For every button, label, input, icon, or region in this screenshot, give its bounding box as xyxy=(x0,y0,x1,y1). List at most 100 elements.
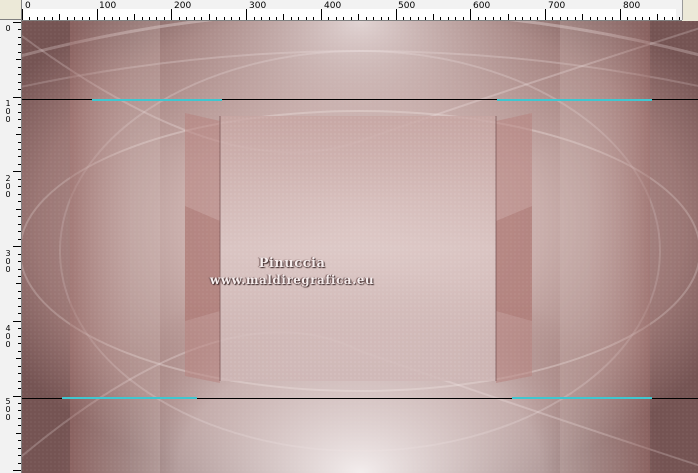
vruler-tick xyxy=(18,381,21,382)
vruler-tick xyxy=(18,37,21,38)
vruler-tick xyxy=(13,22,21,23)
ruler-tick xyxy=(433,14,434,20)
vruler-label-200: 200 xyxy=(5,174,11,199)
vruler-tick xyxy=(18,313,21,314)
vruler-tick xyxy=(18,216,21,217)
vruler-tick xyxy=(18,298,21,299)
ruler-tick xyxy=(44,17,45,20)
vruler-tick xyxy=(16,358,21,359)
ruler-tick xyxy=(635,17,636,20)
watermark-author: Pinuccia xyxy=(258,256,326,271)
ruler-tick xyxy=(575,17,576,20)
ruler-tick xyxy=(605,17,606,20)
vruler-tick xyxy=(18,254,21,255)
ruler-tick xyxy=(67,17,68,20)
ruler-tick xyxy=(455,17,456,20)
vruler-tick xyxy=(18,403,21,404)
ruler-tick xyxy=(478,17,479,20)
vruler-tick xyxy=(16,283,21,284)
ruler-tick xyxy=(29,17,30,20)
vruler-tick xyxy=(18,306,21,307)
ruler-tick xyxy=(470,9,471,20)
vruler-tick xyxy=(18,261,21,262)
vruler-tick xyxy=(18,269,21,270)
vruler-tick xyxy=(18,194,21,195)
ruler-tick xyxy=(89,17,90,20)
vruler-tick xyxy=(18,448,21,449)
ruler-tick xyxy=(642,17,643,20)
ruler-corner xyxy=(0,0,22,20)
ruler-tick xyxy=(672,17,673,20)
vruler-tick xyxy=(18,224,21,225)
ruler-tick xyxy=(276,17,277,20)
vruler-tick xyxy=(18,156,21,157)
vruler-tick xyxy=(16,209,21,210)
ruler-tick xyxy=(418,17,419,20)
ruler-tick xyxy=(440,17,441,20)
vruler-tick xyxy=(18,119,21,120)
ruler-tick xyxy=(537,17,538,20)
ruler-tick xyxy=(522,17,523,20)
ruler-tick xyxy=(545,9,546,20)
ruler-tick xyxy=(485,17,486,20)
vruler-tick xyxy=(18,74,21,75)
ruler-tick xyxy=(112,17,113,20)
vruler-label-300: 300 xyxy=(5,249,11,274)
ruler-tick xyxy=(201,17,202,20)
ruler-tick xyxy=(239,17,240,20)
ruler-tick xyxy=(530,17,531,20)
vruler-tick xyxy=(13,171,21,172)
vruler-tick xyxy=(18,149,21,150)
vruler-tick xyxy=(13,470,21,471)
ruler-tick xyxy=(156,17,157,20)
vruler-tick xyxy=(18,44,21,45)
ruler-tick xyxy=(612,17,613,20)
ruler-tick xyxy=(552,17,553,20)
vruler-tick xyxy=(18,239,21,240)
ruler-tick xyxy=(52,17,53,20)
ruler-tick xyxy=(500,17,501,20)
ruler-tick xyxy=(149,17,150,20)
ruler-tick xyxy=(127,17,128,20)
vruler-tick xyxy=(18,179,21,180)
vertical-ruler[interactable]: 0 100 200 300 400 500 xyxy=(0,20,22,473)
ruler-tick xyxy=(515,17,516,20)
vruler-tick xyxy=(18,440,21,441)
vruler-tick xyxy=(13,97,21,98)
vruler-tick xyxy=(18,276,21,277)
ruler-tick xyxy=(74,17,75,20)
ruler-tick xyxy=(321,9,322,20)
vruler-tick xyxy=(18,410,21,411)
vruler-label-0: 0 xyxy=(5,24,11,33)
horizontal-ruler[interactable]: 0 100 200 300 400 500 600 700 800 xyxy=(22,0,682,21)
ruler-tick xyxy=(373,17,374,20)
watermark: Pinuccia www.maldiregrafica.eu xyxy=(192,256,392,288)
ruler-tick xyxy=(403,17,404,20)
watermark-url: www.maldiregrafica.eu xyxy=(209,273,375,287)
ruler-tick xyxy=(448,17,449,20)
ruler-tick xyxy=(291,17,292,20)
ruler-tick xyxy=(657,14,658,20)
vruler-tick xyxy=(18,455,21,456)
image-canvas[interactable]: Pinuccia www.maldiregrafica.eu xyxy=(22,21,698,473)
ruler-label-400: 400 xyxy=(324,1,342,11)
vruler-tick xyxy=(18,89,21,90)
vruler-tick xyxy=(18,29,21,30)
ruler-tick xyxy=(142,17,143,20)
ruler-tick xyxy=(567,17,568,20)
vruler-tick xyxy=(18,336,21,337)
ruler-tick xyxy=(664,17,665,20)
scrollbar-corner[interactable] xyxy=(682,0,698,20)
ruler-tick xyxy=(224,17,225,20)
ruler-tick xyxy=(283,14,284,20)
ruler-label-100: 100 xyxy=(99,1,117,11)
ruler-label-600: 600 xyxy=(473,1,491,11)
vruler-tick xyxy=(16,59,21,60)
ruler-tick xyxy=(134,14,135,20)
ruler-tick xyxy=(351,17,352,20)
vruler-tick xyxy=(18,142,21,143)
vruler-tick xyxy=(18,463,21,464)
ruler-tick xyxy=(216,17,217,20)
ruler-tick xyxy=(22,9,23,20)
ruler-tick xyxy=(582,14,583,20)
